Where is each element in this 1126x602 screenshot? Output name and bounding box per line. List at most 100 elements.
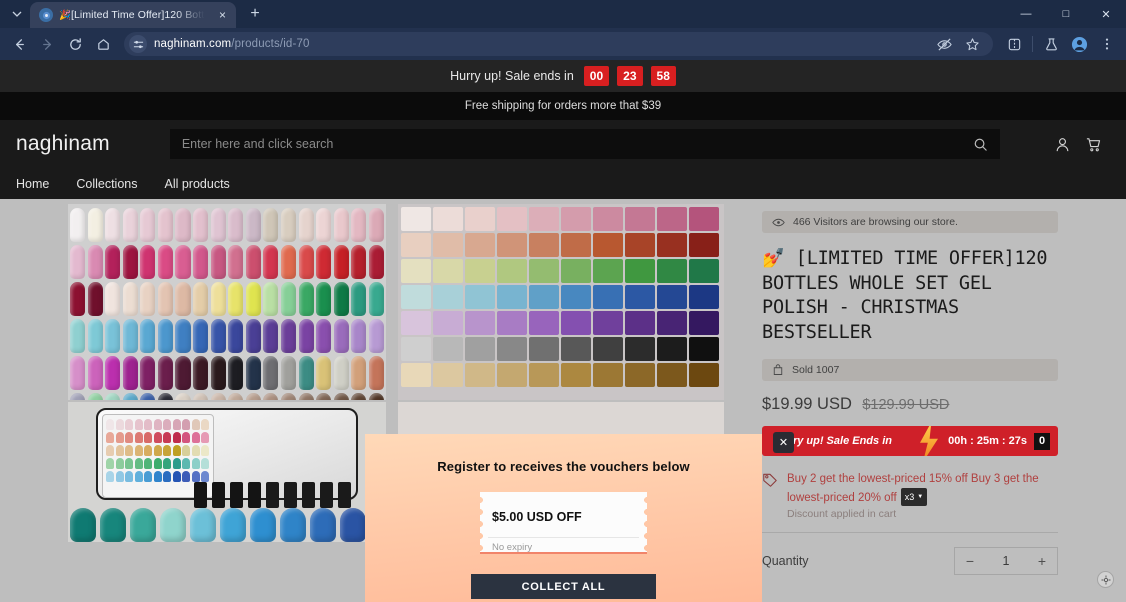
window-close-button[interactable]: ✕ — [1086, 0, 1126, 28]
product-image-case[interactable] — [68, 402, 386, 542]
product-title: 💅 [LIMITED TIME OFFER]120 BOTTLES WHOLE … — [762, 247, 1062, 345]
swatch-row — [70, 282, 384, 316]
sale-banner-timer: 00h : 25m : 27s — [948, 435, 1027, 447]
product-image-swatches[interactable] — [68, 204, 386, 400]
promo-body: Buy 2 get the lowest-priced 15% off Buy … — [787, 469, 1062, 520]
lid-row — [106, 432, 210, 443]
quantity-row: Quantity − 1 + — [762, 547, 1058, 575]
collect-all-button[interactable]: COLLECT ALL — [471, 574, 656, 599]
divider — [762, 532, 1058, 533]
sale-countdown-banner: Hurry up! Sale Ends in 00h : 25m : 27s 0 — [762, 426, 1058, 456]
back-arrow-icon[interactable] — [6, 31, 32, 57]
browser-toolbar: naghinam.com/products/id-70 — [0, 28, 1126, 60]
nail-polish-emoji: 💅 — [762, 248, 785, 269]
close-icon[interactable]: ✕ — [773, 432, 794, 453]
promo-text: Buy 2 get the lowest-priced 15% off Buy … — [787, 473, 1039, 506]
nav-item-home[interactable]: Home — [16, 177, 49, 191]
floating-settings-button[interactable] — [1097, 571, 1114, 588]
tab-close-icon[interactable]: × — [215, 8, 230, 23]
sale-banner-badge: 0 — [1034, 432, 1050, 450]
polish-case — [96, 408, 358, 508]
home-icon[interactable] — [90, 31, 116, 57]
tab-favicon — [39, 8, 53, 22]
polish-bottle — [230, 482, 243, 508]
browser-window: 🎉[Limited Time Offer]120 Bott × + — □ ✕ … — [0, 0, 1126, 602]
nail-swatch-grid — [68, 204, 386, 400]
product-info: 466 Visitors are browsing our store. 💅 [… — [746, 199, 1126, 598]
volume-discount-block: Buy 2 get the lowest-priced 15% off Buy … — [762, 469, 1062, 520]
tab-strip: 🎉[Limited Time Offer]120 Bott × + — □ ✕ — [0, 0, 1126, 28]
price-current: $19.99 USD — [762, 395, 852, 413]
voucher-modal: ✕ Register to receives the vouchers belo… — [365, 432, 794, 602]
countdown-hours: 00 — [583, 66, 610, 86]
tab-emoji: 🎉 — [59, 10, 71, 21]
lid-row — [106, 458, 210, 469]
tab-title: 🎉[Limited Time Offer]120 Bott — [59, 9, 205, 21]
tag-icon — [762, 469, 778, 520]
countdown-boxes: 00 23 58 — [583, 66, 676, 86]
bookmark-star-icon[interactable] — [959, 31, 985, 57]
voucher-expiry: No expiry — [492, 542, 533, 553]
account-icon[interactable] — [1054, 136, 1071, 153]
lightning-bolt-icon — [920, 426, 938, 456]
quantity-stepper[interactable]: − 1 + — [954, 547, 1058, 575]
url-text: naghinam.com/products/id-70 — [154, 38, 310, 50]
polish-bottle — [302, 482, 315, 508]
window-maximize-button[interactable]: □ — [1046, 0, 1086, 28]
labs-flask-icon[interactable] — [1038, 31, 1064, 57]
polish-bottle — [266, 482, 279, 508]
sold-badge: Sold 1007 — [762, 359, 1058, 381]
bag-icon — [772, 364, 784, 376]
store-logo[interactable]: naghinam — [16, 132, 110, 156]
new-tab-button[interactable]: + — [242, 1, 268, 27]
swatch-row — [70, 208, 384, 242]
global-countdown-bar: Hurry up! Sale ends in 00 23 58 — [0, 60, 1126, 92]
store-header: naghinam Enter here and click search — [0, 120, 1126, 168]
browser-menu-icon[interactable] — [1094, 31, 1120, 57]
promo-quantity-dropdown[interactable]: x3 ▼ — [900, 487, 928, 506]
nav-item-collections[interactable]: Collections — [76, 177, 137, 191]
polish-bottle — [212, 482, 225, 508]
reload-icon[interactable] — [62, 31, 88, 57]
swatch-row — [70, 393, 384, 400]
quantity-increase-button[interactable]: + — [1027, 553, 1057, 569]
site-settings-icon[interactable] — [129, 35, 147, 53]
lid-row — [106, 419, 210, 430]
toolbar-divider — [1032, 36, 1033, 52]
cart-icon[interactable] — [1085, 136, 1102, 153]
palette-grid — [398, 204, 724, 390]
quantity-decrease-button[interactable]: − — [955, 553, 985, 569]
voucher-amount: $5.00 USD OFF — [492, 510, 582, 524]
lid-row — [106, 471, 210, 482]
tab-search-icon[interactable] — [4, 1, 30, 27]
product-image-palette[interactable] — [398, 204, 724, 400]
voucher-card[interactable]: $5.00 USD OFF No expiry — [480, 492, 647, 554]
quantity-value[interactable]: 1 — [985, 554, 1027, 568]
search-input[interactable]: Enter here and click search — [169, 129, 1000, 159]
search-icon[interactable] — [973, 137, 988, 152]
forward-arrow-icon[interactable] — [34, 31, 60, 57]
product-title-text: [LIMITED TIME OFFER]120 BOTTLES WHOLE SE… — [762, 248, 1048, 343]
header-actions — [1054, 136, 1110, 153]
countdown-minutes: 23 — [617, 66, 643, 86]
promo-subtext: Discount applied in cart — [787, 508, 897, 520]
quantity-label: Quantity — [762, 554, 809, 568]
split-screen-icon[interactable] — [1001, 31, 1027, 57]
swatch-row — [70, 356, 384, 390]
window-minimize-button[interactable]: — — [1006, 0, 1046, 28]
swatch-row — [70, 245, 384, 279]
tracking-protection-off-icon[interactable] — [931, 31, 957, 57]
nav-item-all-products[interactable]: All products — [164, 177, 229, 191]
browser-tab[interactable]: 🎉[Limited Time Offer]120 Bott × — [30, 2, 236, 28]
price-original: $129.99 USD — [862, 397, 950, 413]
teal-swatch-row — [68, 508, 386, 542]
lid-row — [106, 445, 210, 456]
countdown-seconds: 58 — [650, 66, 676, 86]
profile-avatar-icon[interactable] — [1066, 31, 1092, 57]
store-navbar: Home Collections All products — [0, 168, 1126, 199]
swatch-row — [70, 319, 384, 353]
shipping-announcement-bar: Free shipping for orders more that $39 — [0, 92, 1126, 120]
search-placeholder: Enter here and click search — [181, 137, 334, 151]
address-bar[interactable]: naghinam.com/products/id-70 — [124, 32, 993, 56]
polish-bottles — [194, 482, 351, 508]
